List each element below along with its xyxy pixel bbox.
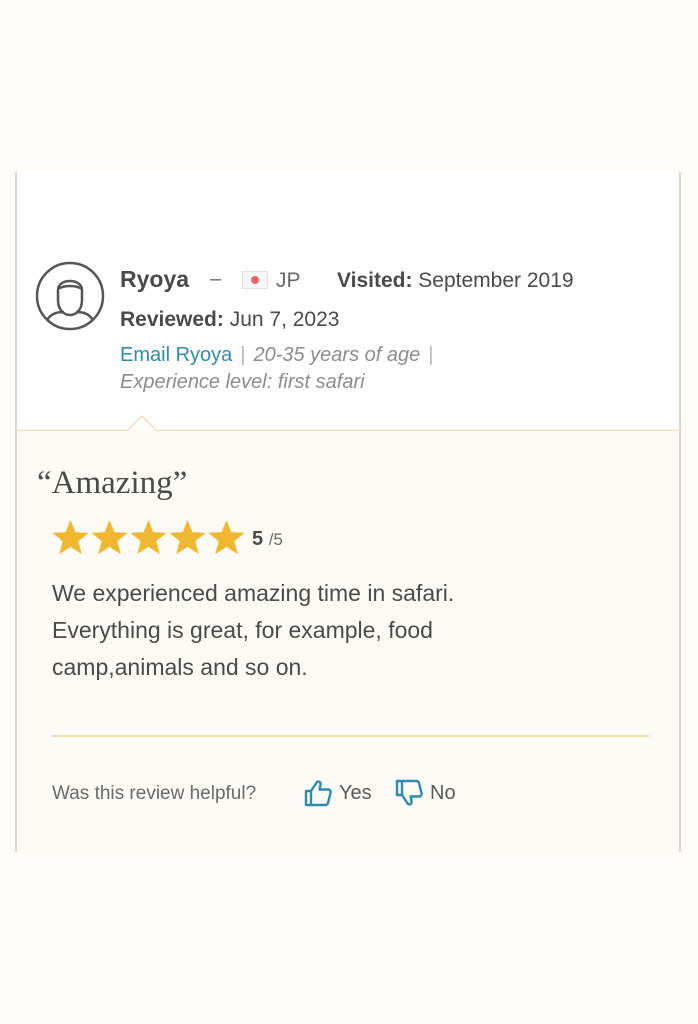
review-title: “Amazing” <box>37 465 188 501</box>
experience-level: Experience level: first safari <box>120 371 365 393</box>
star-rating <box>51 517 246 557</box>
email-reviewer-link[interactable]: Email Ryoya <box>120 344 232 366</box>
reviewer-name: Ryoya <box>120 266 190 292</box>
rating-max: /5 <box>268 530 283 549</box>
helpful-question: Was this review helpful? <box>52 783 257 804</box>
thumbs-down-icon <box>395 779 423 806</box>
thumbs-up-icon <box>304 780 332 807</box>
star-icon <box>91 519 128 554</box>
visited-value: September 2019 <box>412 269 574 292</box>
age-range: 20-35 years of age <box>253 344 421 366</box>
star-icon <box>208 519 245 554</box>
yes-label: Yes <box>339 781 372 804</box>
rating-score: 5 /5 <box>252 528 283 551</box>
japan-flag-icon <box>242 271 268 289</box>
helpful-no-button[interactable]: No <box>394 776 456 810</box>
helpful-yes-button[interactable]: Yes <box>303 776 372 810</box>
meta-separator: | <box>240 344 246 366</box>
review-card: Ryoya – JP Visited: September 2019 Revie… <box>15 172 681 853</box>
name-separator: – <box>210 268 222 290</box>
reviewer-header: Ryoya – JP Visited: September 2019 Revie… <box>17 172 679 430</box>
rating-value: 5 <box>252 528 264 550</box>
user-avatar-icon <box>35 261 105 331</box>
page: Ryoya – JP Visited: September 2019 Revie… <box>0 0 698 1024</box>
reviewer-meta: Email Ryoya | 20-35 years of age | <box>120 344 441 367</box>
reviewed-date: Reviewed: Jun 7, 2023 <box>120 308 339 332</box>
divider <box>52 735 649 737</box>
visited-label: Visited: <box>337 269 413 292</box>
speech-notch <box>127 415 157 432</box>
reviewed-value: Jun 7, 2023 <box>223 308 340 331</box>
country-code: JP <box>276 269 301 292</box>
meta-separator: | <box>428 344 434 366</box>
star-icon <box>169 519 206 554</box>
star-icon <box>130 519 167 554</box>
star-icon <box>52 519 89 554</box>
no-label: No <box>430 781 456 804</box>
visited-date: Visited: September 2019 <box>337 269 574 293</box>
reviewed-label: Reviewed: <box>120 308 224 331</box>
review-text: We experienced amazing time in safari. E… <box>52 580 455 680</box>
